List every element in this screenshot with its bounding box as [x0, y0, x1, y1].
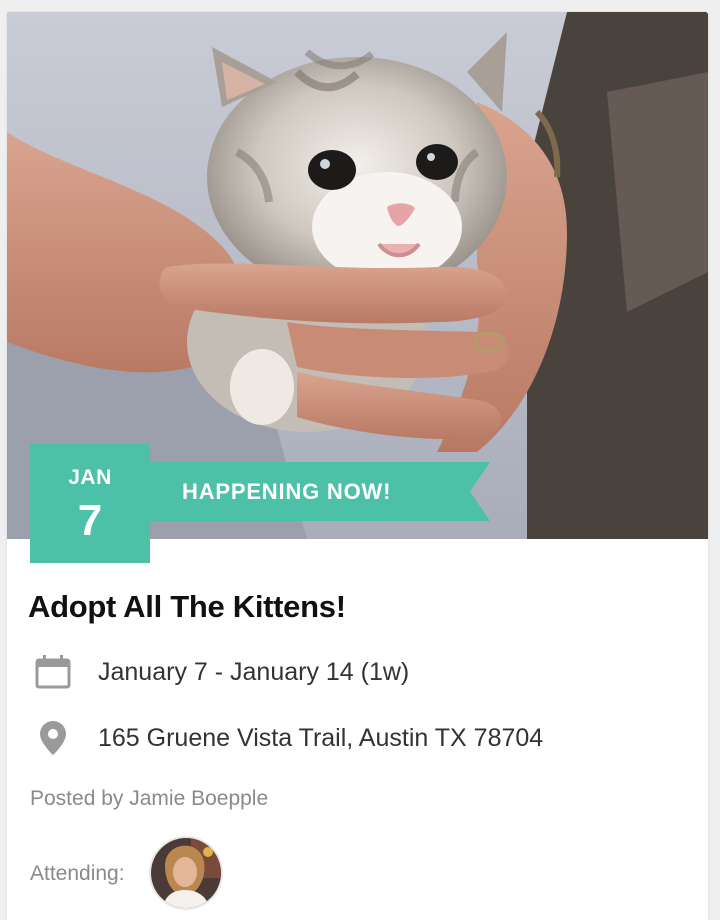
event-address[interactable]: 165 Gruene Vista Trail, Austin TX 78704 [98, 724, 543, 753]
map-pin-icon [35, 720, 71, 756]
event-date-row: January 7 - January 14 (1w) [35, 652, 409, 692]
attendee-avatar[interactable] [151, 838, 221, 908]
avatar-image [151, 838, 221, 908]
attending-label: Attending: [30, 862, 125, 885]
happening-now-ribbon: HAPPENING NOW! [150, 462, 490, 521]
event-title: Adopt All The Kittens! [28, 589, 346, 624]
event-card[interactable]: JAN 7 HAPPENING NOW! Adopt All The Kitte… [7, 12, 708, 920]
event-day: 7 [77, 496, 103, 545]
event-location-row[interactable]: 165 Gruene Vista Trail, Austin TX 78704 [35, 718, 543, 758]
event-date-badge: JAN 7 [30, 444, 150, 563]
event-date-range: January 7 - January 14 (1w) [98, 657, 410, 686]
event-month: JAN [68, 466, 112, 489]
posted-by: Posted by Jamie Boepple [30, 787, 269, 810]
ribbon-label: HAPPENING NOW! [182, 479, 392, 504]
calendar-icon [35, 654, 71, 690]
